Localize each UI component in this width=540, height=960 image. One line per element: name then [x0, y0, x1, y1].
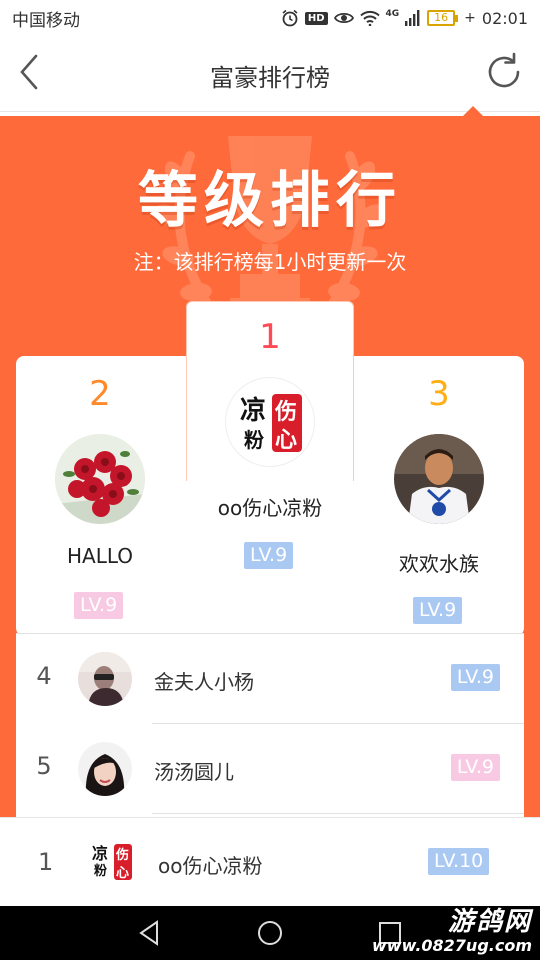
my-level-badge: LV.10	[428, 848, 490, 875]
my-rank-number: 1	[38, 848, 54, 876]
name-third: 欢欢水族	[399, 552, 479, 576]
wifi-icon	[359, 10, 380, 26]
battery-level: 16	[427, 10, 456, 26]
page-title: 富豪排行榜	[210, 64, 330, 92]
battery-icon: 16	[427, 10, 459, 26]
level-badge-second: LV.9	[74, 592, 124, 619]
rank-number-2: 2	[89, 374, 111, 414]
list-name: 金夫人小杨	[154, 670, 254, 694]
rank-number-1: 1	[259, 317, 281, 357]
avatar-char-4: 心	[275, 427, 298, 453]
system-navigation-bar: 游鸽网 www.0827ug.com	[0, 906, 540, 960]
rose-bouquet-avatar	[55, 434, 145, 524]
watermark-line-2: www.0827ug.com	[372, 936, 532, 955]
charging-icon: +	[464, 10, 476, 26]
system-home-button[interactable]	[255, 918, 285, 948]
basketball-player-avatar	[394, 434, 484, 524]
rank-list: 4 金夫人小杨 LV.9 5 汤汤圆儿 LV.9	[16, 633, 524, 833]
list-rank: 4	[36, 662, 52, 690]
divider	[152, 813, 524, 814]
refresh-button[interactable]	[482, 50, 526, 94]
watermark-line-1: 游鸽网	[447, 907, 532, 937]
list-rank: 5	[36, 752, 52, 780]
list-name: 汤汤圆儿	[154, 760, 234, 784]
rank-number-3: 3	[428, 374, 450, 414]
avatar-first[interactable]: 凉 伤 粉 心	[225, 377, 315, 467]
name-second: HALLO	[66, 544, 134, 568]
level-badge-first: LV.9	[244, 542, 294, 569]
network-label: 4G	[385, 8, 400, 19]
avatar-char-3: 粉	[244, 428, 264, 452]
avatar-char-1: 凉	[240, 396, 267, 426]
clock: 02:01	[481, 8, 528, 28]
list-level-badge: LV.9	[450, 754, 500, 781]
list-level-badge: LV.9	[450, 664, 500, 691]
my-avatar: 凉 伤 粉 心	[88, 836, 140, 888]
name-first: oo伤心凉粉	[217, 496, 323, 520]
my-name: oo伤心凉粉	[158, 854, 263, 878]
alarm-icon	[282, 9, 298, 27]
site-watermark: 游鸽网 www.0827ug.com	[372, 907, 532, 955]
user-photo-avatar	[78, 742, 132, 796]
my-avatar-char-4: 心	[116, 866, 130, 881]
list-avatar	[78, 652, 132, 706]
eye-icon	[333, 12, 354, 24]
my-avatar-char-3: 粉	[94, 864, 108, 879]
banner-pointer	[463, 106, 483, 116]
system-back-button[interactable]	[135, 918, 165, 948]
list-item[interactable]: 5 汤汤圆儿 LV.9	[16, 724, 524, 814]
my-rank-bar[interactable]: 1 凉 伤 粉 心 oo伤心凉粉 LV.10	[0, 817, 540, 906]
level-badge-third: LV.9	[413, 597, 463, 624]
refresh-icon	[488, 52, 520, 88]
avatar-second[interactable]	[55, 434, 145, 524]
my-avatar-char-2: 伤	[116, 848, 130, 863]
triangle-back-icon	[139, 920, 158, 946]
banner-title: 等级排行	[138, 166, 402, 236]
update-note: 注：该排行榜每1小时更新一次	[133, 250, 407, 274]
user-photo-avatar	[78, 652, 132, 706]
signal-icon	[405, 10, 420, 26]
status-icons: HD 4G 16 + 02:01	[281, 9, 528, 28]
status-bar: 中国移动 HD 4G 16 + 02:01	[0, 0, 540, 36]
list-item[interactable]: 4 金夫人小杨 LV.9	[16, 634, 524, 724]
list-avatar	[78, 742, 132, 796]
hd-icon: HD	[304, 11, 328, 25]
navigation-bar: 富豪排行榜	[0, 36, 540, 112]
avatar-third[interactable]	[394, 434, 484, 524]
circle-home-icon	[258, 921, 282, 945]
carrier-label: 中国移动	[12, 10, 80, 31]
